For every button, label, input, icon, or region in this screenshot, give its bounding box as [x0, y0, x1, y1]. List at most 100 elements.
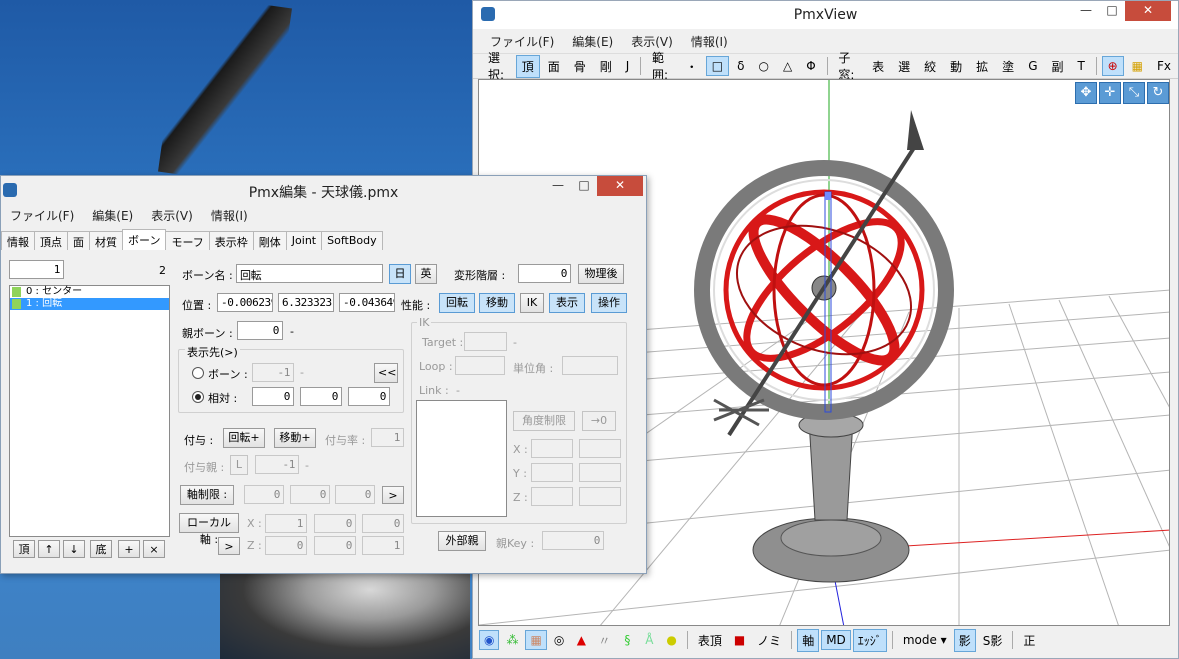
local-z2-input[interactable]: 0 [314, 536, 356, 555]
move-down-button[interactable]: ↓ [63, 540, 85, 558]
pmxview-titlebar[interactable]: PmxView — □ ✕ [473, 1, 1178, 29]
compass-icon[interactable]: ⊕ [1101, 56, 1124, 76]
axis-limit-button[interactable]: 軸制限 : [180, 485, 234, 505]
ik-angle-limit-button[interactable]: 角度制限 [513, 411, 575, 431]
tab-morph[interactable]: モーフ [165, 231, 210, 250]
axis-limit-z-input[interactable]: 0 [335, 485, 375, 504]
japanese-button[interactable]: 日 [389, 264, 411, 284]
select-joint-button[interactable]: J [620, 56, 636, 76]
local-axis-button[interactable]: ローカル軸 : [179, 513, 239, 546]
local-z1-input[interactable]: 0 [265, 536, 307, 555]
triangle-display-icon[interactable]: ▲ [571, 630, 591, 650]
mode-dropdown[interactable]: mode ▾ [898, 630, 952, 650]
tab-display-frame[interactable]: 表示枠 [208, 231, 254, 250]
range-triangle-button[interactable]: △ [777, 56, 798, 76]
menu-file[interactable]: ファイル(F) [1, 207, 83, 224]
deform-layer-input[interactable]: 0 [518, 264, 571, 283]
axis-limit-x-input[interactable]: 0 [244, 485, 284, 504]
child-g-button[interactable]: G [1022, 56, 1043, 76]
relative-y-input[interactable]: 0 [300, 387, 342, 406]
local-x3-input[interactable]: 0 [362, 514, 404, 533]
parent-bone-input[interactable]: 0 [237, 321, 283, 340]
axis-limit-arrow-button[interactable]: > [382, 486, 404, 504]
position-x-input[interactable]: -0.006239 [217, 293, 273, 312]
english-button[interactable]: 英 [415, 264, 437, 284]
grant-move-button[interactable]: 移動+ [274, 428, 316, 448]
local-z3-input[interactable]: 1 [362, 536, 404, 555]
tab-joint[interactable]: Joint [285, 231, 323, 250]
ortho-button[interactable]: 正 [1018, 629, 1040, 652]
ik-x2-input[interactable] [579, 439, 621, 458]
color-icon[interactable]: ■ [729, 630, 750, 650]
external-parent-button[interactable]: 外部親 [438, 531, 486, 551]
perf-ik-button[interactable]: IK [520, 293, 544, 313]
local-x2-input[interactable]: 0 [314, 514, 356, 533]
ik-x1-input[interactable] [531, 439, 573, 458]
minimize-icon[interactable]: — [1073, 1, 1099, 21]
ik-loop-input[interactable] [455, 356, 505, 375]
relative-x-input[interactable]: 0 [252, 387, 294, 406]
display-bone-radio[interactable] [192, 367, 204, 379]
menu-info[interactable]: 情報(I) [682, 33, 737, 50]
display-bone-input[interactable]: -1 [252, 363, 294, 382]
tab-vertex[interactable]: 頂点 [34, 231, 68, 250]
perf-rotate-button[interactable]: 回転 [439, 293, 475, 313]
move-gizmo-icon[interactable]: ✥ [1075, 82, 1097, 104]
child-scale-button[interactable]: 拡 [970, 55, 994, 78]
joint-display-icon[interactable]: Å [639, 630, 659, 650]
position-y-input[interactable]: 6.323323 [278, 293, 334, 312]
delete-button[interactable]: × [143, 540, 165, 558]
ik-to-zero-button[interactable]: →0 [582, 411, 616, 431]
rotate-gizmo-icon[interactable]: ↻ [1147, 82, 1169, 104]
minimize-icon[interactable]: — [545, 176, 571, 196]
tab-face[interactable]: 面 [67, 231, 90, 250]
nomi-button[interactable]: ノミ [752, 629, 786, 652]
tab-material[interactable]: 材質 [89, 231, 123, 250]
zoom-gizmo-icon[interactable]: ⤡ [1123, 82, 1145, 104]
move-bottom-button[interactable]: 底 [90, 540, 112, 558]
rigid-display-icon[interactable]: § [617, 630, 637, 650]
child-filter-button[interactable]: 絞 [918, 55, 942, 78]
local-x1-input[interactable]: 1 [265, 514, 307, 533]
range-phi-button[interactable]: Φ [800, 56, 821, 76]
axis-limit-y-input[interactable]: 0 [290, 485, 330, 504]
child-select-button[interactable]: 選 [892, 55, 916, 78]
list-item-selected[interactable]: 1 : 回転 [10, 298, 169, 310]
bone-name-input[interactable]: 回転 [236, 264, 383, 283]
parent-key-input[interactable]: 0 [542, 531, 604, 550]
child-table-button[interactable]: 表 [866, 55, 890, 78]
bone-index-input[interactable]: 1 [9, 260, 64, 279]
ik-z2-input[interactable] [579, 487, 621, 506]
close-icon[interactable]: ✕ [597, 176, 643, 196]
perf-move-button[interactable]: 移動 [479, 293, 515, 313]
relative-z-input[interactable]: 0 [348, 387, 390, 406]
menu-edit[interactable]: 編集(E) [83, 207, 142, 224]
local-axis-arrow-button[interactable]: > [218, 537, 240, 555]
tab-rigid[interactable]: 剛体 [252, 231, 287, 250]
child-move-button[interactable]: 動 [944, 55, 968, 78]
select-bone-button[interactable]: 骨 [568, 55, 592, 78]
maximize-icon[interactable]: □ [571, 176, 597, 196]
fx-button[interactable]: Fx [1151, 56, 1177, 76]
axis-button[interactable]: 軸 [797, 628, 820, 652]
display-back-button[interactable]: << [374, 363, 398, 383]
ik-y2-input[interactable] [579, 463, 621, 482]
list-item[interactable]: 0 : センター [10, 286, 169, 298]
tab-softbody[interactable]: SoftBody [321, 231, 383, 250]
pmx-editor-titlebar[interactable]: Pmx編集 - 天球儀.pmx — □ ✕ [1, 176, 646, 204]
grant-rate-input[interactable]: 1 [371, 428, 404, 447]
texture-display-icon[interactable]: ▦ [525, 630, 547, 650]
edge-button[interactable]: ｴｯｼﾞ [852, 628, 887, 652]
grant-rotate-button[interactable]: 回転+ [223, 428, 265, 448]
tab-bone[interactable]: ボーン [122, 229, 167, 250]
after-physics-button[interactable]: 物理後 [578, 264, 624, 284]
position-z-input[interactable]: -0.043649 [339, 293, 395, 312]
select-rigid-button[interactable]: 剛 [594, 55, 618, 78]
perf-operate-button[interactable]: 操作 [591, 293, 627, 313]
vertex-display-icon[interactable]: ◉ [479, 630, 500, 650]
menu-info[interactable]: 情報(I) [202, 207, 257, 224]
grant-local-button[interactable]: L [230, 455, 248, 475]
normal-display-icon[interactable]: 〃 [593, 629, 615, 652]
wire-display-icon[interactable]: ⁂ [501, 630, 523, 650]
bone-list[interactable]: 0 : センター 1 : 回転 [9, 285, 170, 537]
